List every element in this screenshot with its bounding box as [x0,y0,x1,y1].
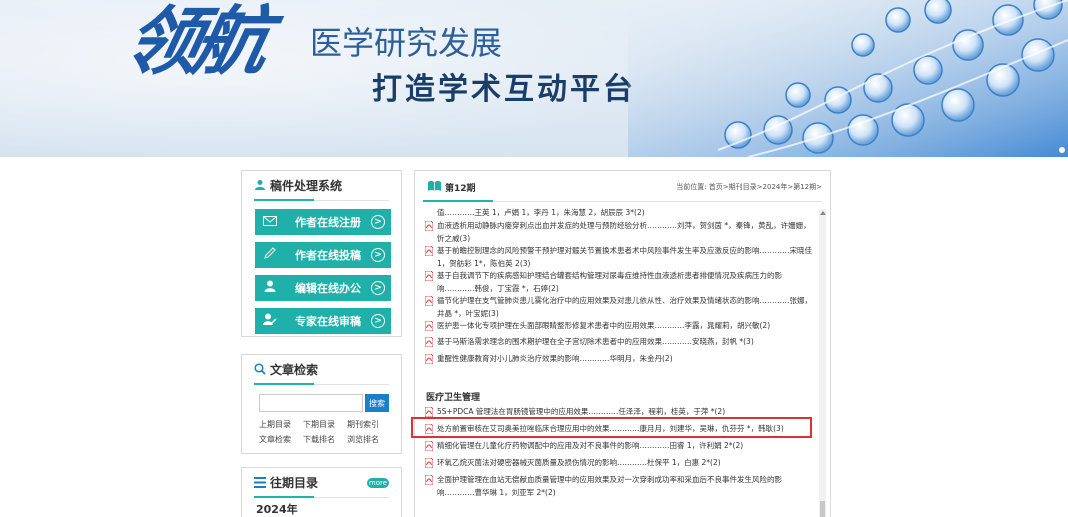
article-list: 值…………王英 1，卢娟 1，李丹 1，朱海慧 2，胡辰辰 3*(2) 血液透析… [423,202,818,517]
title-underline [254,496,389,498]
envelope-icon [255,214,285,230]
pdf-icon[interactable] [424,406,434,418]
pdf-icon[interactable] [424,474,434,486]
pdf-icon[interactable] [424,457,434,469]
section-heading: 医疗卫生管理 [426,393,481,403]
pdf-icon[interactable] [424,353,434,365]
pencil-icon [255,247,285,263]
panel-header: 文章检索 [242,355,401,385]
carousel-indicator[interactable] [1059,147,1065,153]
link-journal-index[interactable]: 期刊索引 [347,419,391,430]
article-search-panel: 文章检索 搜索 上期目录 下期目录 期刊索引 文章检索 下载排名 浏览排名 [241,354,402,454]
list-item[interactable]: 基于自我调节下的疾病感知护理结合罐套结构管理对尿毒症维持性血液透析患者排便情况及… [423,270,818,295]
pdf-icon[interactable] [424,295,434,307]
book-icon [427,180,442,195]
pdf-icon[interactable] [424,320,434,332]
list-item[interactable]: 值…………王英 1，卢娟 1，李丹 1，朱海慧 2，胡辰辰 3*(2) [423,207,818,220]
article-title: 医护患一体化专项护理在头面部眼睛整形修复术患者中的应用效果…………李露，晁耀莉，… [437,321,771,330]
article-title: 精细化管理在儿童化疗药物调配中的应用及对不良事件的影响…………田睿 1，许利娟 … [437,441,744,450]
past-issues-panel: 往期目录 more 2024年 [241,467,402,517]
breadcrumb: 当前位置: 首页>期刊目录>2024年>第12期> [676,183,822,191]
button-label: 作者在线注册 [295,216,361,229]
header-banner: 领航 医学研究发展 打造学术互动平台 [0,0,1068,157]
pdf-icon[interactable] [424,270,434,282]
chevron-right-icon: > [371,281,385,295]
link-article-search[interactable]: 文章检索 [259,434,303,445]
list-item[interactable]: 全面护理管理在血站无偿献血质量管理中的应用效果及对一次穿刺成功率和采血后不良事件… [423,474,818,499]
article-title: 循节化护理在支气管肺炎患儿雾化治疗中的应用效果及对患儿依从性、治疗效果及情绪状态… [437,296,812,318]
list-item[interactable]: 血液透析用动静脉内瘘穿刺点出血并发症的处理与预防经验分析…………刘萍，贺剑茵 *… [423,220,818,245]
author-submit-button[interactable]: 作者在线投稿 > [255,242,391,268]
title-underline [254,383,389,385]
search-button[interactable]: 搜索 [365,394,389,412]
article-title: 重醒性健康教育对小儿肺炎治疗效果的影响…………华明月，朱金丹(2) [437,354,673,363]
list-item[interactable]: 基于前瞻控制理念的风险预警干预护理对髋关节置换术患者术中风险事件发生率及应激反应… [423,245,818,270]
button-label: 专家在线审稿 [295,315,361,328]
article-title: 基于马斯洛需求理念的围术期护理在全子宫切除术患者中的应用效果…………安晓燕，封帆… [437,337,754,346]
user-icon [255,280,285,296]
pdf-icon[interactable] [424,245,434,257]
list-item[interactable]: 环氧乙烷灭菌法对硬密器械灭菌质量及损伤情况的影响…………杜保平 1，白惠 2*(… [423,457,818,470]
pdf-icon[interactable] [424,440,434,452]
more-button[interactable]: more [367,478,389,488]
link-view-ranking[interactable]: 浏览排名 [347,434,391,445]
list-item[interactable]: 循节化护理在支气管肺炎患儿雾化治疗中的应用效果及对患儿依从性、治疗效果及情绪状态… [423,295,818,320]
panel-title: 文章检索 [270,363,319,377]
article-title: 基于前瞻控制理念的风险预警干预护理对髋关节置换术患者术中风险事件发生率及应激反应… [437,246,812,268]
scrollbar[interactable] [819,209,826,517]
issue-header: 第12期 当前位置: 首页>期刊目录>2024年>第12期> [415,171,830,202]
chevron-right-icon: > [371,215,385,229]
panel-title: 往期目录 [270,476,319,490]
issue-title: 第12期 [445,184,476,194]
article-title: 环氧乙烷灭菌法对硬密器械灭菌质量及损伤情况的影响…………杜保平 1，白惠 2*(… [437,458,721,467]
chevron-right-icon: > [371,314,385,328]
scroll-thumb[interactable] [820,501,825,517]
link-next-issue[interactable]: 下期目录 [303,419,347,430]
banner-logo: 领航 [117,0,272,85]
banner-tagline-secondary: 打造学术互动平台 [372,72,636,107]
issue-contents-panel: 第12期 当前位置: 首页>期刊目录>2024年>第12期> 值…………王英 1… [414,170,831,517]
archive-year[interactable]: 2024年 [256,501,298,517]
dna-helix-graphic [628,0,1068,157]
panel-title: 稿件处理系统 [270,179,343,193]
list-icon [254,469,266,499]
article-title: 全面护理管理在血站无偿献血质量管理中的应用效果及对一次穿刺成功率和采血后不良事件… [437,475,782,497]
manuscript-system-panel: 稿件处理系统 作者在线注册 > 作者在线投稿 > 编辑在线办公 > 专家在线审稿… [241,170,402,337]
title-underline [254,199,389,201]
article-title: 基于自我调节下的疾病感知护理结合罐套结构管理对尿毒症维持性血液透析患者排便情况及… [437,271,782,293]
list-item[interactable]: 重醒性健康教育对小儿肺炎治疗效果的影响…………华明月，朱金丹(2) [423,353,818,366]
list-item[interactable]: 精细化管理在儿童化疗药物调配中的应用及对不良事件的影响…………田睿 1，许利娟 … [423,440,818,453]
link-download-ranking[interactable]: 下载排名 [303,434,347,445]
pdf-icon[interactable] [424,336,434,348]
banner-tagline-primary: 医学研究发展 [310,24,503,62]
editor-office-button[interactable]: 编辑在线办公 > [255,275,391,301]
list-item[interactable]: 基于马斯洛需求理念的围术期护理在全子宫切除术患者中的应用效果…………安晓燕，封帆… [423,336,818,349]
search-input[interactable] [259,394,363,412]
search-icon [254,356,266,386]
people-icon [254,172,266,202]
article-title: 血液透析用动静脉内瘘穿刺点出血并发症的处理与预防经验分析…………刘萍，贺剑茵 *… [437,221,811,243]
author-register-button[interactable]: 作者在线注册 > [255,209,391,235]
expert-review-button[interactable]: 专家在线审稿 > [255,308,391,334]
list-item[interactable]: 医护患一体化专项护理在头面部眼睛整形修复术患者中的应用效果…………李露，晁耀莉，… [423,320,818,333]
chevron-right-icon: > [371,248,385,262]
button-label: 编辑在线办公 [295,282,361,295]
scroll-up-arrow-icon[interactable] [820,211,826,215]
search-quick-links: 上期目录 下期目录 期刊索引 文章检索 下载排名 浏览排名 [259,419,391,445]
highlight-annotation-box [411,417,812,438]
pdf-icon[interactable] [424,220,434,232]
article-title: 值…………王英 1，卢娟 1，李丹 1，朱海慧 2，胡辰辰 3*(2) [437,208,645,217]
user-pen-icon [255,313,285,329]
link-previous-issue[interactable]: 上期目录 [259,419,303,430]
panel-header: 稿件处理系统 [242,171,401,201]
button-label: 作者在线投稿 [295,249,361,262]
